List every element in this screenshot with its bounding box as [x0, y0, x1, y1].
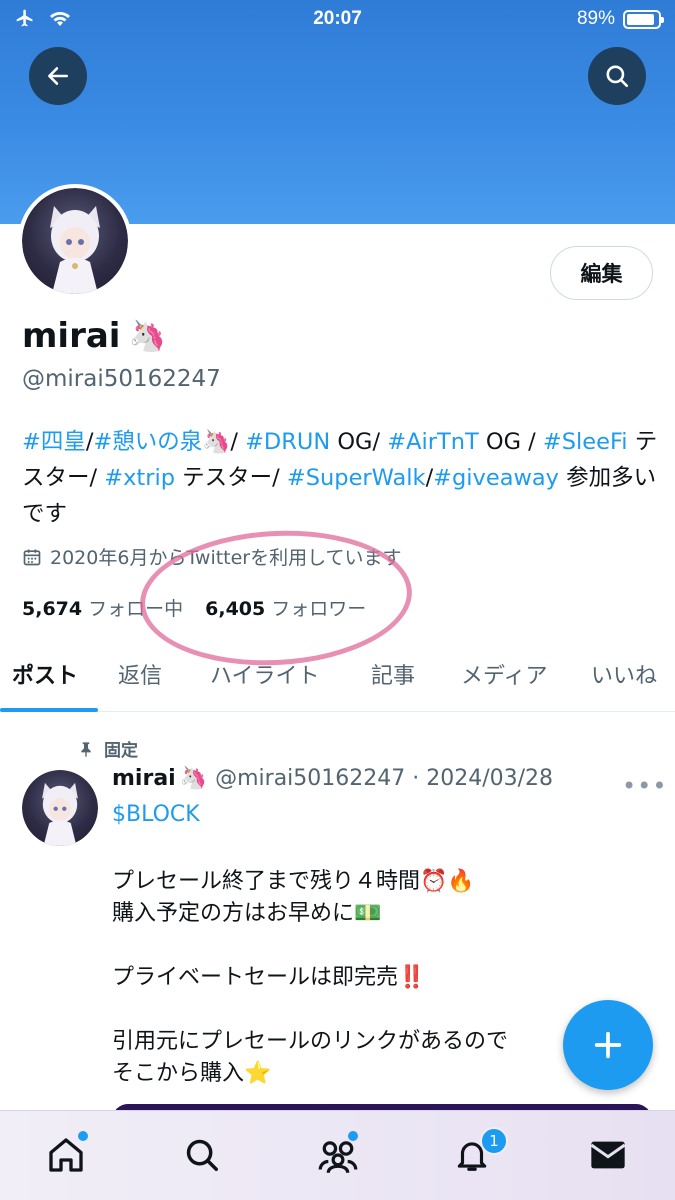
pin-icon: [81, 741, 91, 757]
tab-highlights[interactable]: ハイライト: [210, 658, 320, 690]
post-paragraph: 引用元にプレセールのリンクがあるので そこから購入⭐: [112, 1029, 509, 1086]
avatar-image: [22, 188, 128, 294]
nav-search[interactable]: [180, 1133, 224, 1177]
notification-badge: 1: [480, 1127, 508, 1155]
pinned-indicator: 固定: [78, 736, 138, 761]
display-name: mirai 🦄: [22, 316, 166, 356]
post-body: プレセール終了まで残り４時間⏰🔥 購入予定の方はお早めに💵 プライベートセールは即完…: [112, 866, 632, 1122]
search-icon: [606, 65, 629, 88]
edit-profile-button[interactable]: 編集: [550, 246, 653, 300]
back-button[interactable]: [29, 47, 87, 105]
plus-icon: [594, 1031, 622, 1059]
bio-text: テスター/: [175, 465, 287, 491]
communities-unread-dot: [348, 1131, 358, 1141]
post-author-emoji: 🦄: [179, 766, 208, 791]
avatar-image-small: [22, 770, 98, 846]
status-bar: 20:07 89%: [0, 0, 675, 38]
post-author-avatar[interactable]: [22, 770, 98, 846]
unicorn-emoji: 🦄: [128, 318, 166, 354]
bio-text: OG /: [478, 429, 543, 455]
following-count: 5,674: [22, 598, 83, 620]
post-header: mirai 🦄 @mirai50162247 · 2024/03/28: [112, 766, 553, 791]
nav-messages[interactable]: [586, 1133, 630, 1177]
bio-hashtag[interactable]: #DRUN: [245, 429, 330, 455]
post-author-name[interactable]: mirai: [112, 766, 176, 791]
bio-hashtag[interactable]: #SuperWalk: [287, 465, 426, 491]
bio-text: 🦄/: [202, 429, 246, 455]
compose-button[interactable]: [563, 1000, 653, 1090]
bio-hashtag[interactable]: #四皇: [22, 429, 86, 455]
home-unread-dot: [78, 1131, 88, 1141]
more-options-icon[interactable]: •••: [622, 772, 667, 800]
tab-articles[interactable]: 記事: [371, 658, 415, 690]
messages-icon: [590, 1141, 626, 1169]
post-paragraph: プレセール終了まで残り４時間⏰🔥 購入予定の方はお早めに💵: [112, 869, 475, 926]
arrow-left-icon: [48, 67, 68, 85]
calendar-icon: [23, 549, 41, 565]
bio-hashtag[interactable]: #SleeFi: [543, 429, 628, 455]
search-button[interactable]: [588, 47, 646, 105]
battery-percent: 89%: [576, 8, 615, 29]
bio-hashtag[interactable]: #AirTnT: [387, 429, 479, 455]
bio-text: OG/: [330, 429, 388, 455]
bottom-navigation: 1: [0, 1110, 675, 1200]
active-tab-indicator: [0, 708, 98, 712]
post-cashtag[interactable]: $BLOCK: [112, 802, 200, 827]
post-meta: @mirai50162247 · 2024/03/28: [215, 766, 554, 791]
communities-icon: [318, 1141, 358, 1173]
battery-level: [627, 13, 654, 25]
tab-replies[interactable]: 返信: [118, 658, 162, 690]
bio-hashtag[interactable]: #giveaway: [433, 465, 559, 491]
profile-bio: #四皇/#憩いの泉🦄/ #DRUN OG/ #AirTnT OG / #Slee…: [22, 424, 662, 532]
display-name-text: mirai: [22, 316, 121, 356]
status-time: 20:07: [313, 8, 362, 29]
tab-posts[interactable]: ポスト: [12, 658, 78, 690]
tab-media[interactable]: メディア: [461, 658, 547, 690]
search-icon: [186, 1139, 218, 1171]
battery-icon: [623, 9, 664, 29]
tab-likes[interactable]: いいね: [591, 658, 657, 690]
profile-avatar[interactable]: [18, 184, 132, 298]
bio-hashtag[interactable]: #xtrip: [104, 465, 175, 491]
bio-hashtag[interactable]: #憩いの泉: [93, 429, 202, 455]
profile-tabs: ポスト 返信 ハイライト 記事 メディア いいね: [0, 652, 675, 712]
profile-handle: @mirai50162247: [22, 366, 221, 392]
home-icon: [49, 1138, 83, 1172]
post-paragraph: プライベートセールは即完売‼️: [112, 965, 426, 990]
pinned-label: 固定: [104, 741, 138, 761]
